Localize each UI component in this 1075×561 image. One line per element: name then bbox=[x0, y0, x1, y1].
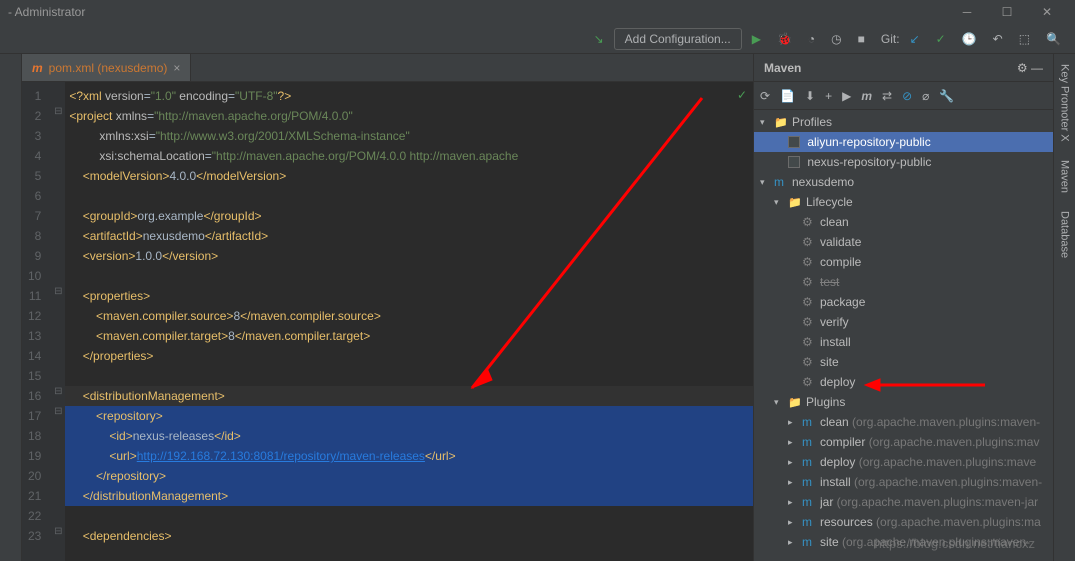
side-tab-database[interactable]: Database bbox=[1057, 207, 1073, 262]
code-line[interactable]: <dependencies> bbox=[65, 526, 753, 546]
ide-settings-icon[interactable]: ⬚ bbox=[1013, 30, 1036, 48]
code-line[interactable] bbox=[65, 366, 753, 386]
code-line[interactable]: <repository> bbox=[65, 406, 753, 426]
tree-plugin-deploy[interactable]: ▸mdeploy (org.apache.maven.plugins:mave bbox=[754, 452, 1053, 472]
debug-button[interactable]: 🐞 bbox=[771, 30, 798, 48]
editor-area: m pom.xml (nexusdemo) × ✓ 12345678910111… bbox=[22, 54, 753, 561]
right-side-tabs: Key Promoter X Maven Database bbox=[1053, 54, 1075, 561]
code-line[interactable]: <artifactId>nexusdemo</artifactId> bbox=[65, 226, 753, 246]
code-line[interactable]: <properties> bbox=[65, 286, 753, 306]
editor-tabs: m pom.xml (nexusdemo) × bbox=[22, 54, 753, 82]
code-line[interactable] bbox=[65, 186, 753, 206]
skip-tests-icon[interactable]: ⌀ bbox=[922, 89, 929, 103]
code-line[interactable]: </repository> bbox=[65, 466, 753, 486]
checkbox-icon[interactable] bbox=[788, 156, 800, 168]
tree-plugin-compiler[interactable]: ▸mcompiler (org.apache.maven.plugins:mav bbox=[754, 432, 1053, 452]
git-revert-icon[interactable]: ↶ bbox=[987, 30, 1009, 48]
panel-settings-icon[interactable]: ⚙ — bbox=[1017, 61, 1043, 75]
watermark: https://blog.csdn.net/tiancxz bbox=[875, 536, 1035, 551]
git-label: Git: bbox=[881, 32, 900, 46]
code-line[interactable] bbox=[65, 266, 753, 286]
reload-icon[interactable]: ⟳ bbox=[760, 89, 770, 103]
tree-goal-site[interactable]: ⚙site bbox=[754, 352, 1053, 372]
run-config-dropdown[interactable]: Add Configuration... bbox=[614, 28, 742, 50]
maven-tree[interactable]: ▾📁Profiles aliyun-repository-public nexu… bbox=[754, 110, 1053, 561]
run-button[interactable]: ▶ bbox=[746, 30, 767, 48]
code-line[interactable]: <id>nexus-releases</id> bbox=[65, 426, 753, 446]
fold-column[interactable]: ⊟⊟⊟⊟⊟ bbox=[51, 82, 65, 561]
maven-m-icon[interactable]: m bbox=[861, 89, 872, 103]
side-tab-maven[interactable]: Maven bbox=[1057, 156, 1073, 197]
code-line[interactable] bbox=[65, 506, 753, 526]
git-commit-icon[interactable]: ✓ bbox=[930, 30, 952, 48]
tree-goal-install[interactable]: ⚙install bbox=[754, 332, 1053, 352]
tab-pom-xml[interactable]: m pom.xml (nexusdemo) × bbox=[22, 54, 191, 81]
maximize-button[interactable]: ☐ bbox=[987, 0, 1027, 24]
code-line[interactable]: xmlns:xsi="http://www.w3.org/2001/XMLSch… bbox=[65, 126, 753, 146]
code-line[interactable]: xsi:schemaLocation="http://maven.apache.… bbox=[65, 146, 753, 166]
tree-plugin-resources[interactable]: ▸mresources (org.apache.maven.plugins:ma bbox=[754, 512, 1053, 532]
toggle-icon[interactable]: ⇄ bbox=[882, 89, 892, 103]
line-numbers: 1234567891011121314151617181920212223 bbox=[22, 82, 51, 561]
search-icon[interactable]: 🔍 bbox=[1040, 30, 1067, 48]
tree-goal-verify[interactable]: ⚙verify bbox=[754, 312, 1053, 332]
tree-plugin-jar[interactable]: ▸mjar (org.apache.maven.plugins:maven-ja… bbox=[754, 492, 1053, 512]
window-titlebar: - Administrator ─ ☐ ✕ bbox=[0, 0, 1075, 24]
run-maven-icon[interactable]: ▶ bbox=[842, 89, 851, 103]
generate-icon[interactable]: 📄 bbox=[780, 89, 795, 103]
tree-goal-deploy[interactable]: ⚙deploy bbox=[754, 372, 1053, 392]
tree-profiles[interactable]: ▾📁Profiles bbox=[754, 112, 1053, 132]
minimize-button[interactable]: ─ bbox=[947, 0, 987, 24]
tree-project[interactable]: ▾mnexusdemo bbox=[754, 172, 1053, 192]
tree-lifecycle[interactable]: ▾📁Lifecycle bbox=[754, 192, 1053, 212]
side-tab-keypromoter[interactable]: Key Promoter X bbox=[1057, 60, 1073, 146]
code-line[interactable]: <project xmlns="http://maven.apache.org/… bbox=[65, 106, 753, 126]
tree-goal-package[interactable]: ⚙package bbox=[754, 292, 1053, 312]
left-gutter bbox=[0, 54, 22, 561]
code-line[interactable]: <?xml version="1.0" encoding="UTF-8"?> bbox=[65, 86, 753, 106]
code-line[interactable]: <groupId>org.example</groupId> bbox=[65, 206, 753, 226]
add-icon[interactable]: + bbox=[825, 89, 832, 103]
offline-icon[interactable]: ⊘ bbox=[902, 89, 912, 103]
tree-profile-aliyun-repository-public[interactable]: aliyun-repository-public bbox=[754, 132, 1053, 152]
code-line[interactable]: <distributionManagement> bbox=[65, 386, 753, 406]
checkbox-icon[interactable] bbox=[788, 136, 800, 148]
tab-label: pom.xml (nexusdemo) bbox=[49, 61, 168, 75]
tree-goal-test[interactable]: ⚙test bbox=[754, 272, 1053, 292]
code-line[interactable]: <modelVersion>4.0.0</modelVersion> bbox=[65, 166, 753, 186]
tree-goal-clean[interactable]: ⚙clean bbox=[754, 212, 1053, 232]
stop-button[interactable]: ■ bbox=[852, 30, 871, 48]
code-editor[interactable]: ✓ 1234567891011121314151617181920212223 … bbox=[22, 82, 753, 561]
tree-plugin-clean[interactable]: ▸mclean (org.apache.maven.plugins:maven- bbox=[754, 412, 1053, 432]
tab-close-icon[interactable]: × bbox=[173, 61, 180, 75]
code-line[interactable]: <maven.compiler.source>8</maven.compiler… bbox=[65, 306, 753, 326]
code-line[interactable]: </distributionManagement> bbox=[65, 486, 753, 506]
code-line[interactable]: <url>http://192.168.72.130:8081/reposito… bbox=[65, 446, 753, 466]
close-button[interactable]: ✕ bbox=[1027, 0, 1067, 24]
tree-profile-nexus-repository-public[interactable]: nexus-repository-public bbox=[754, 152, 1053, 172]
tree-goal-compile[interactable]: ⚙compile bbox=[754, 252, 1053, 272]
maven-toolbar: ⟳ 📄 ⬇ + ▶ m ⇄ ⊘ ⌀ 🔧 bbox=[754, 82, 1053, 110]
git-pull-icon[interactable]: ↙ bbox=[904, 30, 926, 48]
coverage-button[interactable]: ◔ bbox=[802, 30, 821, 48]
maven-title: Maven bbox=[764, 61, 801, 75]
git-history-icon[interactable]: 🕒 bbox=[956, 30, 983, 48]
main-toolbar: ↘ Add Configuration... ▶ 🐞 ◔ ◷ ■ Git: ↙ … bbox=[0, 24, 1075, 54]
maven-file-icon: m bbox=[32, 61, 43, 75]
tree-goal-validate[interactable]: ⚙validate bbox=[754, 232, 1053, 252]
maven-tool-window: Maven ⚙ — ⟳ 📄 ⬇ + ▶ m ⇄ ⊘ ⌀ 🔧 ▾📁Profiles… bbox=[753, 54, 1053, 561]
code-line[interactable]: </properties> bbox=[65, 346, 753, 366]
profile-button[interactable]: ◷ bbox=[825, 30, 847, 48]
wrench-icon[interactable]: 🔧 bbox=[939, 89, 954, 103]
window-title: - Administrator bbox=[8, 5, 947, 19]
download-icon[interactable]: ⬇ bbox=[805, 89, 815, 103]
tree-plugins[interactable]: ▾📁Plugins bbox=[754, 392, 1053, 412]
code-line[interactable]: <maven.compiler.target>8</maven.compiler… bbox=[65, 326, 753, 346]
maven-panel-header: Maven ⚙ — bbox=[754, 54, 1053, 82]
hammer-icon[interactable]: ↘ bbox=[588, 30, 610, 48]
code-line[interactable]: <version>1.0.0</version> bbox=[65, 246, 753, 266]
tree-plugin-install[interactable]: ▸minstall (org.apache.maven.plugins:mave… bbox=[754, 472, 1053, 492]
